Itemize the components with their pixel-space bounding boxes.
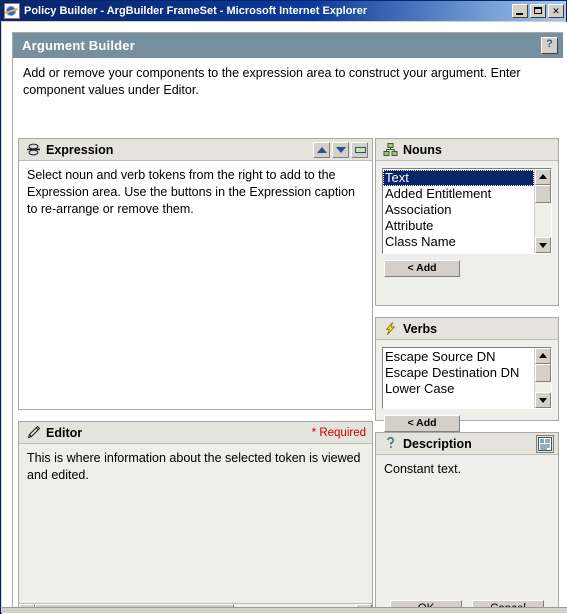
verbs-panel-title: Verbs [403, 321, 438, 336]
window-controls: ✕ [512, 4, 564, 18]
description-panel: Description Constant text. [375, 432, 559, 613]
expression-panel-title: Expression [46, 142, 114, 157]
nouns-scroll-up-button[interactable] [535, 169, 551, 185]
nouns-scroll-down-button[interactable] [535, 237, 551, 253]
description-text: Constant text. [384, 462, 462, 476]
verbs-add-button[interactable]: < Add [384, 415, 460, 432]
verbs-vertical-scrollbar[interactable] [534, 348, 551, 408]
list-item[interactable]: Escape Source DN [383, 349, 534, 365]
browser-client-area: Argument Builder Add or remove your comp… [2, 22, 567, 614]
list-item[interactable]: Added Entitlement [383, 186, 534, 202]
editor-required-label: * Required [311, 426, 366, 439]
verbs-scroll-down-button[interactable] [535, 392, 551, 408]
right-column: Nouns Text Added Entitlement Association… [375, 138, 559, 613]
description-panel-title: Description [403, 436, 472, 451]
content-columns: Expression Select noun and verb tokens f… [13, 102, 564, 613]
list-item[interactable]: Attribute [383, 218, 534, 234]
editor-panel-body[interactable]: This is where information about the sele… [19, 444, 372, 604]
nouns-scroll-thumb[interactable] [535, 185, 551, 203]
verbs-list-items: Escape Source DN Escape Destination DN L… [383, 348, 534, 408]
description-panel-body: Constant text. [376, 455, 558, 484]
nouns-add-button[interactable]: < Add [384, 260, 460, 277]
close-icon: ✕ [552, 6, 560, 16]
question-key-icon [383, 436, 398, 451]
triangle-down-icon [539, 243, 547, 248]
expression-instructions: Select noun and verb tokens from the rig… [27, 168, 355, 216]
list-item[interactable]: Lower Case [383, 381, 534, 397]
expression-panel: Expression Select noun and verb tokens f… [18, 138, 373, 410]
window-bottom-strip [2, 607, 567, 613]
maximize-button[interactable] [530, 4, 546, 18]
description-panel-header: Description [376, 433, 558, 455]
page-header: Argument Builder [13, 33, 563, 58]
nouns-panel: Nouns Text Added Entitlement Association… [375, 138, 559, 306]
nouns-panel-header: Nouns [376, 139, 558, 161]
triangle-up-icon [539, 174, 547, 179]
list-item[interactable]: Association [383, 202, 534, 218]
expression-icon [26, 142, 41, 157]
verbs-scroll-up-button[interactable] [535, 348, 551, 364]
close-button[interactable]: ✕ [548, 4, 564, 18]
list-item[interactable]: Class Name [383, 234, 534, 250]
page-intro-text: Add or remove your components to the exp… [23, 66, 521, 97]
editor-instructions: This is where information about the sele… [27, 451, 361, 482]
expression-panel-header: Expression [19, 139, 372, 161]
expression-caption-buttons [313, 141, 368, 158]
verbs-panel: Verbs Escape Source DN Escape Destinatio… [375, 317, 559, 432]
internet-explorer-icon [4, 3, 20, 19]
details-list-icon[interactable] [536, 434, 554, 453]
editor-panel-title: Editor [46, 425, 83, 440]
list-item[interactable]: Escape Destination DN [383, 365, 534, 381]
expression-panel-body[interactable]: Select noun and verb tokens from the rig… [19, 161, 372, 409]
triangle-down-icon [335, 146, 346, 153]
browser-window: Policy Builder - ArgBuilder FrameSet - M… [0, 0, 567, 614]
argument-builder-page: Argument Builder Add or remove your comp… [12, 32, 564, 613]
window-titlebar[interactable]: Policy Builder - ArgBuilder FrameSet - M… [1, 1, 566, 21]
pencil-icon [26, 425, 41, 440]
editor-panel-header: Editor * Required [19, 422, 372, 444]
triangle-down-icon [539, 398, 547, 403]
minimize-button[interactable] [512, 4, 528, 18]
nouns-vertical-scrollbar[interactable] [534, 169, 551, 253]
screenshot-root: Policy Builder - ArgBuilder FrameSet - M… [0, 0, 567, 614]
help-icon[interactable] [541, 37, 558, 54]
editor-panel: Editor * Required This is where informat… [18, 421, 373, 613]
nouns-list-items: Text Added Entitlement Association Attri… [383, 169, 534, 253]
left-column: Expression Select noun and verb tokens f… [18, 138, 373, 613]
move-up-button[interactable] [313, 141, 330, 158]
triangle-up-icon [316, 146, 327, 153]
verbs-listbox[interactable]: Escape Source DN Escape Destination DN L… [382, 347, 552, 409]
remove-icon [354, 146, 366, 153]
verbs-scroll-track[interactable] [535, 364, 551, 392]
remove-button[interactable] [351, 141, 368, 158]
list-item[interactable]: Text [383, 170, 534, 186]
nouns-blocks-icon [383, 142, 398, 157]
verbs-panel-header: Verbs [376, 318, 558, 340]
nouns-listbox[interactable]: Text Added Entitlement Association Attri… [382, 168, 552, 254]
verbs-lightning-icon [383, 321, 398, 336]
window-title: Policy Builder - ArgBuilder FrameSet - M… [24, 5, 368, 17]
move-down-button[interactable] [332, 141, 349, 158]
nouns-panel-title: Nouns [403, 142, 442, 157]
triangle-up-icon [539, 353, 547, 358]
verbs-scroll-thumb[interactable] [535, 364, 551, 382]
nouns-scroll-track[interactable] [535, 185, 551, 237]
page-title: Argument Builder [22, 38, 135, 53]
